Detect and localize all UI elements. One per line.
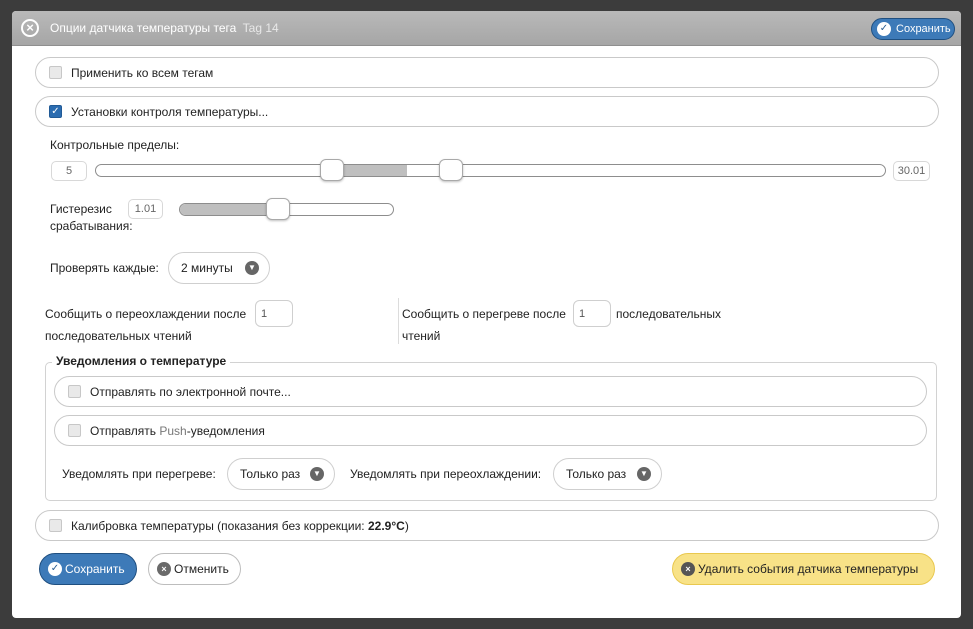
push-label-push: Push — [159, 424, 187, 438]
dialog-title-text: Опции датчика температуры тега — [50, 21, 237, 35]
save-top-button[interactable]: ✓ Сохранить — [871, 18, 955, 40]
overheat-count-input[interactable] — [573, 300, 611, 327]
cancel-button[interactable]: × Отменить — [148, 553, 241, 585]
email-notify-label: Отправлять по электронной почте... — [90, 385, 291, 399]
notify-overcool-select[interactable]: Только раз ▼ — [553, 458, 662, 490]
cancel-button-label: Отменить — [174, 562, 229, 576]
hysteresis-label-line2: срабатывания: — [50, 219, 133, 233]
delete-circle-icon: × — [681, 562, 695, 576]
cancel-circle-icon: × — [157, 562, 171, 576]
push-label-suffix: -уведомления — [186, 424, 265, 438]
hysteresis-label-line1: Гистерезис — [50, 202, 112, 216]
notify-overheat-value: Только раз — [240, 467, 301, 481]
limits-slider-fill — [333, 165, 407, 176]
dialog-titlebar: × Опции датчика температуры тега Tag 14 … — [12, 11, 961, 46]
notify-overheat-label: Уведомлять при перегреве: — [62, 467, 216, 481]
overcool-label-part1: Сообщить о переохлаждении после — [45, 307, 247, 321]
limits-min-value[interactable]: 5 — [51, 161, 87, 181]
check-circle-icon: ✓ — [48, 562, 62, 576]
push-notify-row[interactable]: Отправлять Push-уведомления — [54, 415, 927, 446]
push-notify-label: Отправлять Push-уведомления — [90, 424, 265, 438]
limits-max-value[interactable]: 30.01 — [893, 161, 930, 181]
push-notify-checkbox[interactable] — [68, 424, 81, 437]
dialog-title: Опции датчика температуры тега Tag 14 — [50, 21, 279, 35]
check-interval-label: Проверять каждые: — [50, 261, 159, 275]
email-notify-checkbox[interactable] — [68, 385, 81, 398]
notifications-legend: Уведомления о температуре — [52, 354, 231, 368]
hysteresis-handle[interactable] — [265, 198, 290, 220]
overcool-count-input[interactable] — [255, 300, 293, 327]
apply-all-row[interactable]: Применить ко всем тегам — [35, 57, 939, 88]
notify-overcool-label: Уведомлять при переохлаждении: — [350, 467, 542, 481]
delete-events-button[interactable]: × Удалить события датчика температуры — [672, 553, 935, 585]
limits-high-handle[interactable] — [438, 159, 463, 181]
save-button-label: Сохранить — [65, 562, 125, 576]
apply-all-checkbox[interactable] — [49, 66, 62, 79]
limits-label: Контрольные пределы: — [50, 138, 180, 152]
overheat-label-part3: чтений — [402, 329, 441, 343]
monitor-settings-label: Установки контроля температуры... — [71, 105, 269, 119]
calibration-label: Калибровка температуры (показания без ко… — [71, 519, 409, 533]
chevron-down-icon: ▼ — [245, 261, 259, 275]
notify-overheat-select[interactable]: Только раз ▼ — [227, 458, 335, 490]
calibration-label-end: ) — [404, 519, 409, 533]
overheat-label-part1: Сообщить о перегреве после — [402, 307, 566, 321]
temperature-options-dialog: × Опции датчика температуры тега Tag 14 … — [12, 11, 961, 618]
calibration-label-text: Калибровка температуры (показания без ко… — [71, 519, 365, 533]
overheat-label-part2: последовательных — [616, 307, 722, 321]
chevron-down-icon: ▼ — [310, 467, 324, 481]
column-divider — [398, 298, 399, 344]
notify-overcool-value: Только раз — [566, 467, 627, 481]
save-button[interactable]: ✓ Сохранить — [39, 553, 137, 585]
push-label-prefix: Отправлять — [90, 424, 157, 438]
hysteresis-slider-fill — [180, 204, 279, 215]
tag-name: Tag 14 — [242, 21, 279, 35]
delete-events-label: Удалить события датчика температуры — [698, 562, 919, 576]
calibration-row[interactable]: Калибровка температуры (показания без ко… — [35, 510, 939, 541]
monitor-settings-checkbox[interactable]: ✓ — [49, 105, 62, 118]
check-interval-value: 2 минуты — [181, 261, 233, 275]
calibration-checkbox[interactable] — [49, 519, 62, 532]
apply-all-label: Применить ко всем тегам — [71, 66, 214, 80]
monitor-settings-row[interactable]: ✓ Установки контроля температуры... — [35, 96, 939, 127]
check-circle-icon: ✓ — [877, 22, 891, 36]
email-notify-row[interactable]: Отправлять по электронной почте... — [54, 376, 927, 407]
overcool-label-part2: последовательных чтений — [45, 329, 192, 343]
save-top-label: Сохранить — [896, 23, 951, 35]
chevron-down-icon: ▼ — [637, 467, 651, 481]
limits-low-handle[interactable] — [320, 159, 345, 181]
check-interval-select[interactable]: 2 минуты ▼ — [168, 252, 270, 284]
close-icon[interactable]: × — [21, 19, 39, 37]
hysteresis-value[interactable]: 1.01 — [128, 199, 163, 219]
calibration-reading: 22.9°C — [368, 519, 405, 533]
limits-slider-track[interactable] — [95, 164, 886, 177]
